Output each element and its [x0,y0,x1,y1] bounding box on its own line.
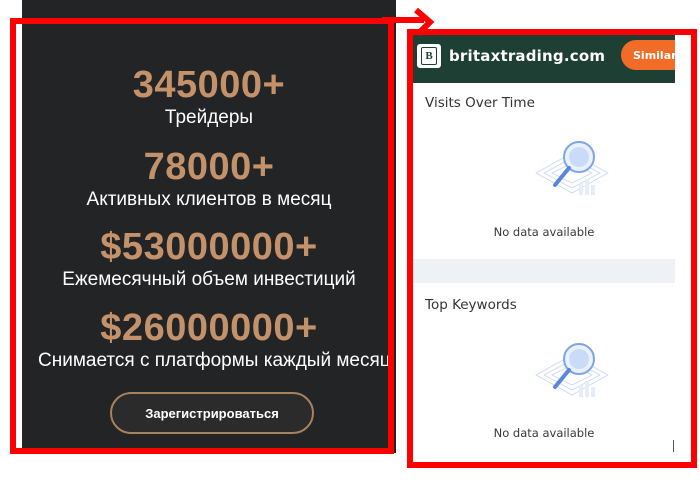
arrow-icon [382,8,435,37]
highlight-frame-right [407,29,697,468]
highlight-frame-left [10,18,394,454]
